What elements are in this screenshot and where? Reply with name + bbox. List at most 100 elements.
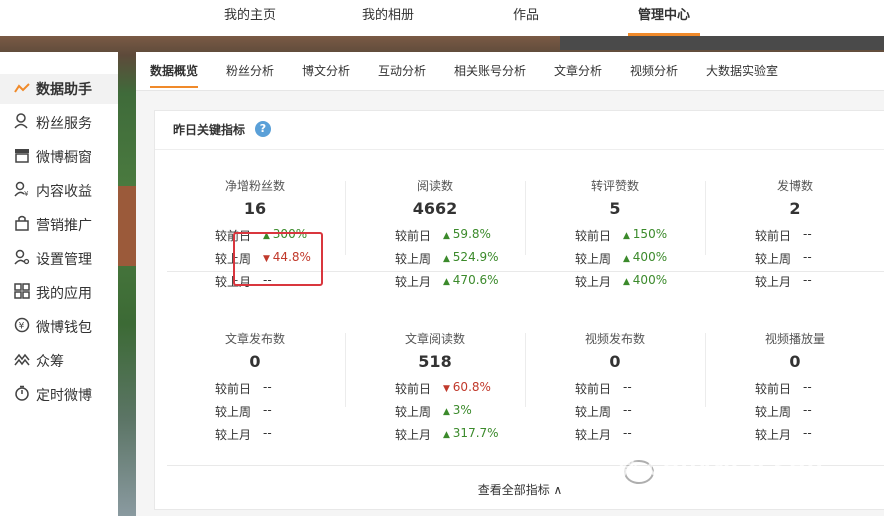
comparison-label: 较上周: [755, 252, 792, 266]
highlight-box: [233, 232, 323, 286]
tab-video-analysis[interactable]: 视频分析: [630, 52, 678, 90]
arrow-up-icon: ▲: [443, 407, 453, 417]
sidebar-item-label: 内容收益: [36, 184, 92, 200]
settings-user-icon: [12, 249, 32, 269]
sidebar-item-weibo-showcase[interactable]: 微博橱窗: [0, 142, 118, 172]
tab-interaction-analysis[interactable]: 互动分析: [378, 52, 426, 90]
analysis-tabs: 数据概览 粉丝分析 博文分析 互动分析 相关账号分析 文章分析 视频分析 大数据…: [136, 52, 884, 91]
metric-value: 518: [418, 352, 452, 371]
tab-article-analysis[interactable]: 文章分析: [554, 52, 602, 90]
card-header: 昨日关键指标 ?: [155, 111, 884, 150]
tab-big-data-lab[interactable]: 大数据实验室: [706, 52, 778, 90]
comparison-value: 524.9%: [452, 250, 499, 264]
sidebar: 数据助手 粉丝服务 微博橱窗 ¥ 内容收益 营销推广 设置管理 我的应用 ¥ 微…: [0, 52, 118, 516]
comparison-value: --: [623, 403, 632, 417]
card-title: 昨日关键指标: [173, 123, 246, 137]
comparison-value: --: [263, 403, 272, 417]
comparison-value: --: [803, 403, 812, 417]
tab-related-account-analysis[interactable]: 相关账号分析: [454, 52, 526, 90]
sidebar-item-marketing[interactable]: 营销推广: [0, 210, 118, 240]
sidebar-item-scheduled-weibo[interactable]: 定时微博: [0, 380, 118, 410]
metric-label: 文章发布数: [224, 332, 285, 346]
sidebar-item-my-apps[interactable]: 我的应用: [0, 278, 118, 308]
comparison-label: 较前日: [755, 382, 792, 396]
nav-works[interactable]: 作品: [500, 0, 552, 36]
timer-icon: [12, 385, 32, 405]
arrow-up-icon: ▲: [623, 254, 633, 264]
sidebar-item-label: 我的应用: [36, 286, 92, 302]
sidebar-item-label: 定时微博: [36, 388, 92, 404]
comparison-label: 较上周: [215, 405, 252, 419]
help-icon[interactable]: ?: [255, 121, 271, 137]
comparison-value: --: [623, 426, 632, 440]
sidebar-item-label: 微博钱包: [36, 320, 92, 336]
arrow-up-icon: ▲: [623, 231, 633, 241]
metric-label: 净增粉丝数: [224, 179, 285, 193]
comparison-label: 较上月: [395, 428, 432, 442]
chart-line-icon: [12, 80, 32, 98]
comparison-label: 较上月: [215, 428, 252, 442]
comparison-value: 470.6%: [452, 273, 499, 287]
arrow-up-icon: ▲: [443, 231, 453, 241]
banner-roof: [560, 36, 884, 50]
comparison-label: 较上周: [575, 405, 612, 419]
nav-my-album[interactable]: 我的相册: [350, 0, 426, 36]
metric-block: 视频发布数 0 较前日 -- 较上周 -- 较上月 --: [525, 330, 705, 450]
metric-value: 2: [789, 199, 801, 218]
comparison-value: --: [263, 380, 272, 394]
comparison-label: 较上月: [575, 428, 612, 442]
sidebar-item-content-revenue[interactable]: ¥ 内容收益: [0, 176, 118, 206]
view-all-metrics-link[interactable]: 查看全部指标 ∧: [155, 481, 884, 498]
metric-value: 0: [249, 352, 261, 371]
comparison-label: 较前日: [395, 382, 432, 396]
nav-my-home[interactable]: 我的主页: [212, 0, 288, 36]
metric-block: 阅读数 4662 较前日 ▲ 59.8% 较上周 ▲ 524.9% 较上月 ▲ 470.6%: [345, 177, 525, 297]
revenue-icon: ¥: [12, 181, 32, 201]
watermark: 微 CHUANGJI SHU: [618, 456, 824, 480]
sidebar-item-data-assistant[interactable]: 数据助手: [0, 74, 118, 104]
apps-grid-icon: [12, 283, 32, 303]
sidebar-item-crowdfunding[interactable]: 众筹: [0, 346, 118, 376]
metric-block: 文章发布数 0 较前日 -- 较上周 -- 较上月 --: [165, 330, 345, 450]
arrow-up-icon: ▲: [443, 277, 453, 287]
metric-value: 4662: [412, 199, 458, 218]
comparison-value: 400%: [632, 273, 668, 287]
comparison-value: --: [803, 227, 812, 241]
main-content: 数据概览 粉丝分析 博文分析 互动分析 相关账号分析 文章分析 视频分析 大数据…: [136, 52, 884, 516]
comparison-value: --: [803, 380, 812, 394]
comparison-value: --: [263, 426, 272, 440]
tab-fan-analysis[interactable]: 粉丝分析: [226, 52, 274, 90]
comparison-label: 较前日: [575, 229, 612, 243]
comparison-value: --: [803, 273, 812, 287]
comparison-label: 较上月: [575, 275, 612, 289]
crowdfund-icon: [12, 351, 32, 371]
metric-block: 发博数 2 较前日 -- 较上周 -- 较上月 --: [705, 177, 884, 297]
metric-block: 视频播放量 0 较前日 -- 较上周 -- 较上月 --: [705, 330, 884, 450]
metric-value: 0: [609, 352, 621, 371]
arrow-up-icon: ▲: [443, 430, 453, 440]
comparison-value: 400%: [632, 250, 668, 264]
sidebar-item-label: 众筹: [36, 354, 64, 370]
comparison-label: 较上月: [395, 275, 432, 289]
comparison-label: 较上周: [755, 405, 792, 419]
sidebar-item-wallet[interactable]: ¥ 微博钱包: [0, 312, 118, 342]
tab-active-underline: [150, 86, 198, 88]
top-navigation: 我的主页 我的相册 作品 管理中心: [0, 0, 884, 36]
shop-icon: [12, 147, 32, 167]
sidebar-item-label: 数据助手: [36, 82, 92, 98]
metric-value: 0: [789, 352, 801, 371]
sidebar-item-settings[interactable]: 设置管理: [0, 244, 118, 274]
tab-data-overview[interactable]: 数据概览: [150, 52, 198, 90]
svg-text:¥: ¥: [19, 322, 25, 332]
sidebar-item-fan-service[interactable]: 粉丝服务: [0, 108, 118, 138]
nav-management-center[interactable]: 管理中心: [628, 0, 700, 36]
key-metrics-card: 昨日关键指标 ? 净增粉丝数 16 较前日 ▲ 300% 较上周 ▼ 44.8% 较上月 --…: [154, 110, 884, 510]
comparison-label: 较上周: [575, 252, 612, 266]
arrow-up-icon: ▲: [443, 254, 453, 264]
comparison-label: 较上月: [755, 275, 792, 289]
comparison-label: 较上月: [755, 428, 792, 442]
svg-text:¥: ¥: [24, 190, 29, 197]
tab-post-analysis[interactable]: 博文分析: [302, 52, 350, 90]
arrow-down-icon: ▼: [443, 384, 453, 394]
comparison-label: 较前日: [575, 382, 612, 396]
